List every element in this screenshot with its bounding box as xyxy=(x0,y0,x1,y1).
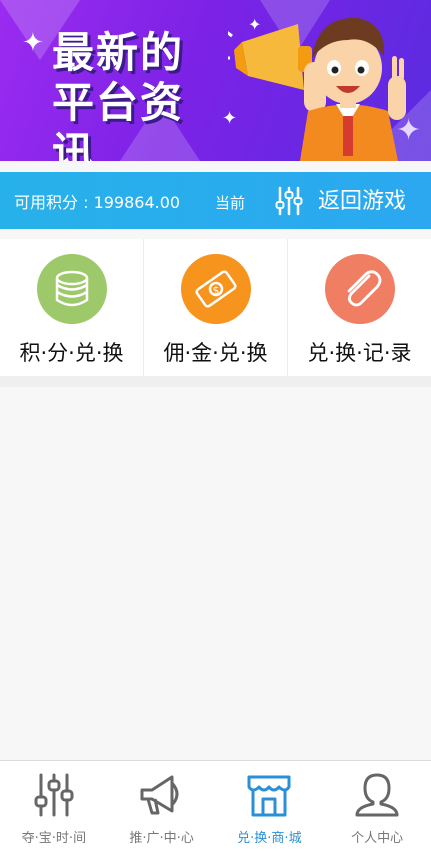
tab-label: 个人中心 xyxy=(351,831,404,846)
tab-label: 兑·换·商·城 xyxy=(237,831,302,846)
equalizer-icon xyxy=(34,773,74,817)
commission-exchange-label: 佣·金·兑·换 xyxy=(163,341,268,365)
tab-label: 推·广·中·心 xyxy=(129,831,194,846)
exchange-record-label: 兑·换·记·录 xyxy=(307,341,412,365)
exchange-grid: 积·分·兑·换 $ 佣·金·兑·换 兑·换·记·录 xyxy=(0,239,431,376)
svg-text:$: $ xyxy=(212,284,219,297)
tab-exchange-mall[interactable]: 兑·换·商·城 xyxy=(216,761,324,860)
banner-title: 最新的 平台资讯 xyxy=(52,28,222,161)
tab-treasure-time[interactable]: 夺·宝·时·间 xyxy=(0,761,108,860)
available-points: 可用积分 : 199864.00 xyxy=(14,193,181,212)
user-icon xyxy=(355,773,399,817)
points-exchange-item[interactable]: 积·分·兑·换 xyxy=(0,239,144,376)
divider xyxy=(0,376,431,387)
banner-title-line2: 平台资讯 xyxy=(52,78,185,161)
news-banner[interactable]: ✦ ✦ ✦ ✦ 最新的 平台资讯 xyxy=(0,0,431,161)
return-game-button[interactable]: 返回游戏 xyxy=(318,172,406,229)
tab-promotion-center[interactable]: 推·广·中·心 xyxy=(108,761,216,860)
commission-exchange-item[interactable]: $ 佣·金·兑·换 xyxy=(144,239,288,376)
equalizer-icon[interactable] xyxy=(275,186,303,216)
banner-title-line1: 最新的 xyxy=(52,28,185,77)
exchange-record-item[interactable]: 兑·换·记·录 xyxy=(288,239,431,376)
money-icon: $ xyxy=(180,254,251,324)
current-label: 当前 xyxy=(215,194,246,212)
megaphone-icon xyxy=(140,775,179,815)
database-icon xyxy=(36,254,107,324)
paperclip-icon xyxy=(324,254,395,324)
exchange-page: ✦ ✦ ✦ ✦ 最新的 平台资讯 可用积分: 199864.00 当前 返回游… xyxy=(0,0,431,860)
sparkle-icon: ✦ xyxy=(22,28,44,58)
tab-label: 夺·宝·时·间 xyxy=(21,831,87,846)
store-icon xyxy=(247,775,291,817)
points-exchange-label: 积·分·兑·换 xyxy=(19,341,124,365)
tab-personal-center[interactable]: 个人中心 xyxy=(323,761,431,860)
bottom-tab-bar: 夺·宝·时·间 推·广·中·心 兑·换·商·城 个人中心 xyxy=(0,760,431,860)
mascot-illustration xyxy=(228,17,406,161)
